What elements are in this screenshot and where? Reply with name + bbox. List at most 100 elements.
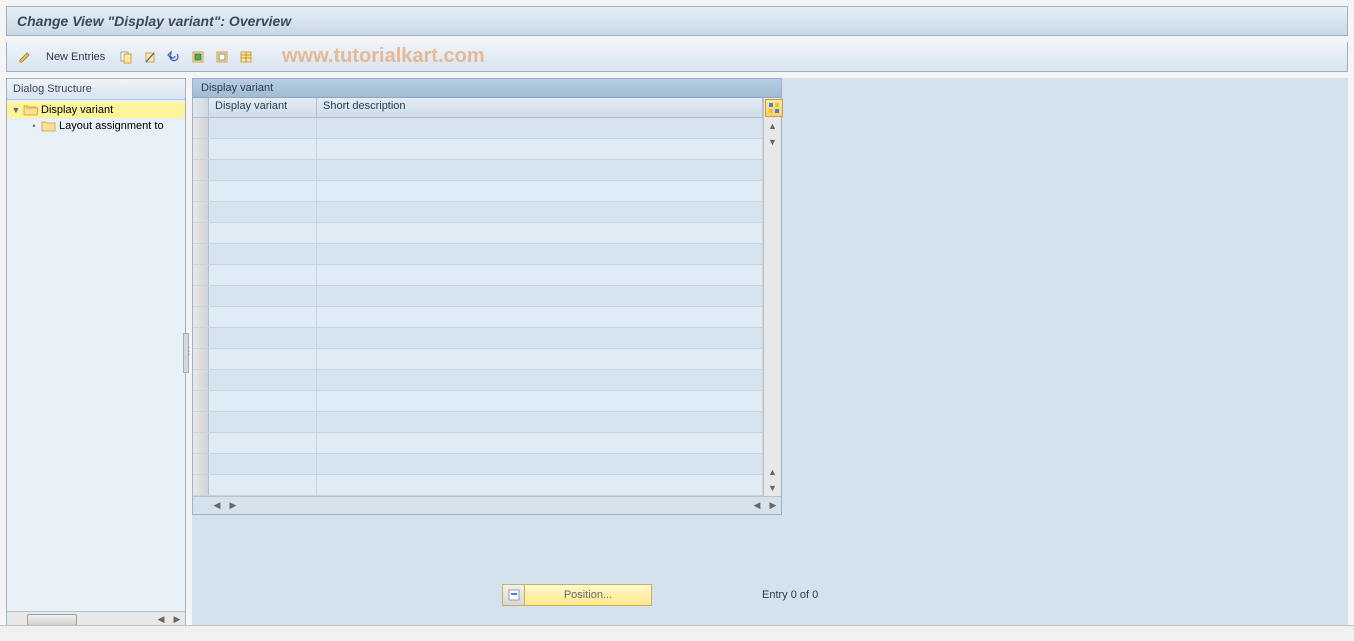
toggle-change-button[interactable] (15, 47, 35, 67)
table-config-button[interactable] (765, 99, 783, 117)
row-selector[interactable] (193, 412, 209, 432)
new-entries-button[interactable]: New Entries (39, 48, 112, 66)
row-selector[interactable] (193, 139, 209, 159)
position-button[interactable]: Position... (502, 584, 652, 606)
cell-short-description[interactable] (317, 475, 763, 495)
row-selector[interactable] (193, 265, 209, 285)
row-selector[interactable] (193, 328, 209, 348)
scroll-down-icon[interactable]: ▼ (764, 134, 781, 150)
cell-display-variant[interactable] (209, 349, 317, 369)
cell-short-description[interactable] (317, 307, 763, 327)
table-row[interactable] (193, 160, 763, 181)
deselect-all-button[interactable] (212, 47, 232, 67)
cell-short-description[interactable] (317, 265, 763, 285)
cell-display-variant[interactable] (209, 412, 317, 432)
table-horizontal-scrollbar[interactable]: ◀ ▶ ◀ ▶ (193, 496, 781, 514)
table-row[interactable] (193, 433, 763, 454)
row-selector[interactable] (193, 349, 209, 369)
copy-button[interactable] (116, 47, 136, 67)
table-row[interactable] (193, 118, 763, 139)
cell-display-variant[interactable] (209, 265, 317, 285)
row-selector[interactable] (193, 454, 209, 474)
cell-short-description[interactable] (317, 160, 763, 180)
row-selector[interactable] (193, 475, 209, 495)
cell-display-variant[interactable] (209, 202, 317, 222)
table-row[interactable] (193, 286, 763, 307)
table-row[interactable] (193, 265, 763, 286)
cell-display-variant[interactable] (209, 286, 317, 306)
tree-item-display-variant[interactable]: ▼ Display variant (7, 102, 185, 118)
scroll-up-icon[interactable]: ▲ (764, 464, 781, 480)
cell-display-variant[interactable] (209, 223, 317, 243)
scrollbar-thumb[interactable] (27, 614, 77, 626)
cell-short-description[interactable] (317, 349, 763, 369)
cell-short-description[interactable] (317, 454, 763, 474)
table-row[interactable] (193, 244, 763, 265)
cell-display-variant[interactable] (209, 118, 317, 138)
cell-display-variant[interactable] (209, 160, 317, 180)
table-row[interactable] (193, 349, 763, 370)
cell-short-description[interactable] (317, 328, 763, 348)
cell-short-description[interactable] (317, 118, 763, 138)
table-row[interactable] (193, 475, 763, 496)
table-row[interactable] (193, 391, 763, 412)
select-all-button[interactable] (188, 47, 208, 67)
table-row[interactable] (193, 139, 763, 160)
table-view-button[interactable] (236, 47, 256, 67)
cell-short-description[interactable] (317, 433, 763, 453)
row-selector[interactable] (193, 223, 209, 243)
table-row[interactable] (193, 202, 763, 223)
cell-display-variant[interactable] (209, 475, 317, 495)
column-header-short-description[interactable]: Short description (317, 98, 763, 117)
row-selector[interactable] (193, 160, 209, 180)
cell-short-description[interactable] (317, 139, 763, 159)
delete-button[interactable] (140, 47, 160, 67)
cell-display-variant[interactable] (209, 307, 317, 327)
table-row[interactable] (193, 223, 763, 244)
cell-display-variant[interactable] (209, 433, 317, 453)
row-selector[interactable] (193, 118, 209, 138)
cell-short-description[interactable] (317, 412, 763, 432)
cell-display-variant[interactable] (209, 139, 317, 159)
table-vertical-scrollbar[interactable]: ▲ ▼ ▲ ▼ (763, 98, 781, 496)
row-selector[interactable] (193, 181, 209, 201)
row-selector[interactable] (193, 307, 209, 327)
cell-short-description[interactable] (317, 202, 763, 222)
cell-display-variant[interactable] (209, 391, 317, 411)
cell-short-description[interactable] (317, 181, 763, 201)
scrollbar-track[interactable] (764, 150, 781, 464)
row-selector[interactable] (193, 202, 209, 222)
table-row[interactable] (193, 181, 763, 202)
cell-short-description[interactable] (317, 370, 763, 390)
scroll-up-icon[interactable]: ▲ (764, 118, 781, 134)
row-selector[interactable] (193, 244, 209, 264)
row-selector[interactable] (193, 286, 209, 306)
scroll-down-icon[interactable]: ▼ (764, 480, 781, 496)
scroll-left-icon[interactable]: ◀ (749, 499, 765, 513)
table-row[interactable] (193, 412, 763, 433)
table-row[interactable] (193, 370, 763, 391)
column-header-display-variant[interactable]: Display variant (209, 98, 317, 117)
scroll-right-icon[interactable]: ▶ (765, 499, 781, 513)
cell-display-variant[interactable] (209, 370, 317, 390)
cell-display-variant[interactable] (209, 328, 317, 348)
row-selector[interactable] (193, 391, 209, 411)
cell-short-description[interactable] (317, 391, 763, 411)
cell-short-description[interactable] (317, 244, 763, 264)
cell-display-variant[interactable] (209, 181, 317, 201)
table-row[interactable] (193, 307, 763, 328)
table-row[interactable] (193, 454, 763, 475)
tree-item-layout-assignment[interactable]: • Layout assignment to (7, 118, 185, 134)
cell-display-variant[interactable] (209, 454, 317, 474)
scroll-right-icon[interactable]: ▶ (225, 499, 241, 513)
row-selector[interactable] (193, 433, 209, 453)
scroll-left-icon[interactable]: ◀ (209, 499, 225, 513)
cell-display-variant[interactable] (209, 244, 317, 264)
undo-button[interactable] (164, 47, 184, 67)
tree-expander-icon[interactable]: ▼ (11, 105, 21, 115)
table-row[interactable] (193, 328, 763, 349)
cell-short-description[interactable] (317, 223, 763, 243)
cell-short-description[interactable] (317, 286, 763, 306)
row-selector[interactable] (193, 370, 209, 390)
splitter-handle[interactable] (183, 333, 189, 373)
